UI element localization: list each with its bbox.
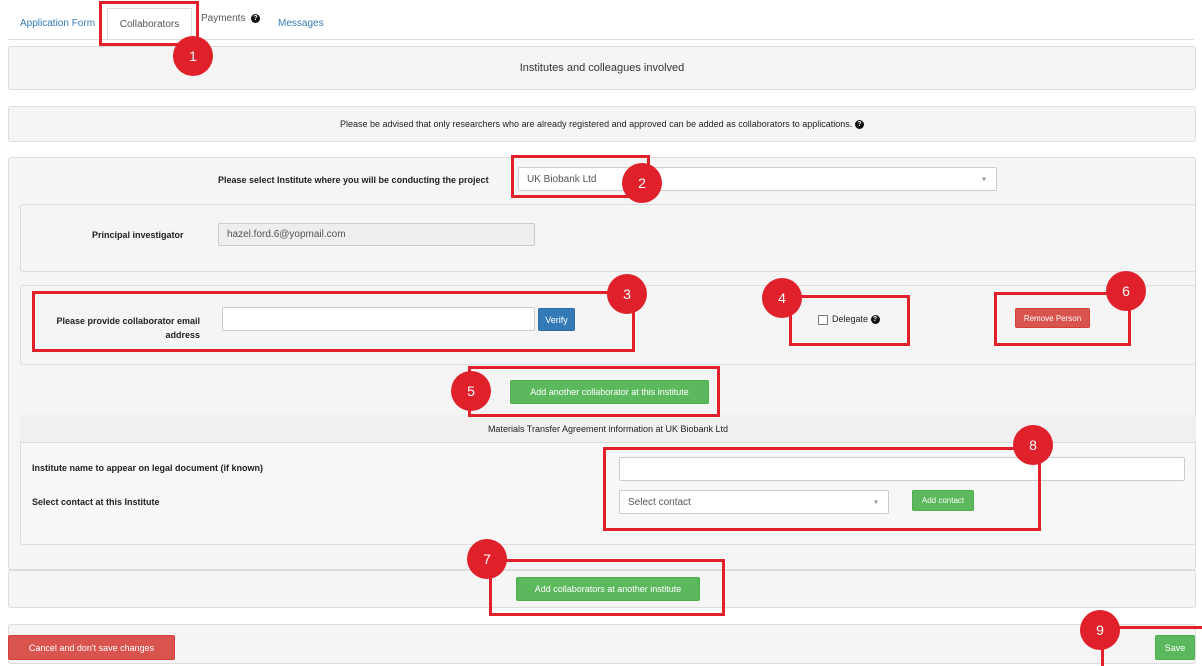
marker-4: 4 — [762, 278, 802, 318]
mta-contact-label: Select contact at this Institute — [32, 497, 160, 507]
tab-payments[interactable]: Payments ? — [201, 13, 261, 24]
chevron-down-icon: ▾ — [981, 174, 986, 184]
mta-title: Materials Transfer Agreement information… — [487, 423, 729, 434]
mta-institute-name-input[interactable] — [619, 457, 1185, 481]
marker-7: 7 — [467, 539, 507, 579]
advisory-text: Please be advised that only researchers … — [339, 119, 853, 129]
delegate-label-text: Delegate — [832, 314, 869, 324]
save-button[interactable]: Save — [1155, 635, 1195, 660]
footer-panel — [8, 624, 1196, 664]
help-icon[interactable]: ? — [870, 315, 880, 325]
collaborator-email-label-line2: address — [165, 330, 200, 340]
collaborator-email-label: Please provide collaborator email addres… — [38, 314, 200, 342]
advisory-panel: Please be advised that only researchers … — [8, 106, 1196, 142]
tab-application-form[interactable]: Application Form — [20, 18, 95, 29]
tab-collaborators-label: Collaborators — [119, 18, 180, 30]
cancel-button[interactable]: Cancel and don't save changes — [8, 635, 175, 660]
add-another-collaborator-button[interactable]: Add another collaborator at this institu… — [510, 380, 709, 404]
mta-contact-placeholder: Select contact — [628, 496, 691, 508]
chevron-down-icon: ▾ — [873, 497, 878, 507]
marker-8: 8 — [1013, 425, 1053, 465]
institute-selected-value: UK Biobank Ltd — [527, 173, 597, 185]
marker-1: 1 — [173, 36, 213, 76]
tab-messages[interactable]: Messages — [278, 18, 324, 29]
marker-6: 6 — [1106, 271, 1146, 311]
mta-institute-name-label: Institute name to appear on legal docume… — [32, 463, 264, 473]
help-icon[interactable]: ? — [855, 119, 865, 129]
delegate-checkbox[interactable] — [818, 315, 828, 325]
remove-person-button[interactable]: Remove Person — [1015, 308, 1090, 328]
pi-panel — [20, 204, 1196, 272]
marker-3: 3 — [607, 274, 647, 314]
section-title: Institutes and colleagues involved — [519, 62, 685, 74]
institute-select[interactable]: UK Biobank Ltd ▾ — [518, 167, 997, 191]
verify-button[interactable]: Verify — [538, 308, 575, 331]
help-icon[interactable]: ? — [251, 13, 261, 23]
tab-collaborators[interactable]: Collaborators — [107, 8, 192, 40]
pi-label: Principal investigator — [92, 230, 184, 240]
collaborator-email-label-line1: Please provide collaborator email — [56, 316, 200, 326]
institute-label: Please select Institute where you will b… — [218, 175, 489, 185]
pi-email-field: hazel.ford.6@yopmail.com — [218, 223, 535, 246]
marker-5: 5 — [451, 371, 491, 411]
delegate-label: Delegate ? — [832, 314, 880, 325]
collaborator-email-input[interactable] — [222, 307, 535, 331]
marker-2: 2 — [622, 163, 662, 203]
add-another-institute-button[interactable]: Add collaborators at another institute — [516, 577, 700, 601]
pi-email-value: hazel.ford.6@yopmail.com — [227, 229, 346, 240]
marker-9: 9 — [1080, 610, 1120, 650]
add-contact-button[interactable]: Add contact — [912, 490, 974, 511]
tab-payments-label: Payments — [201, 13, 246, 24]
mta-contact-select[interactable]: Select contact ▾ — [619, 490, 889, 514]
